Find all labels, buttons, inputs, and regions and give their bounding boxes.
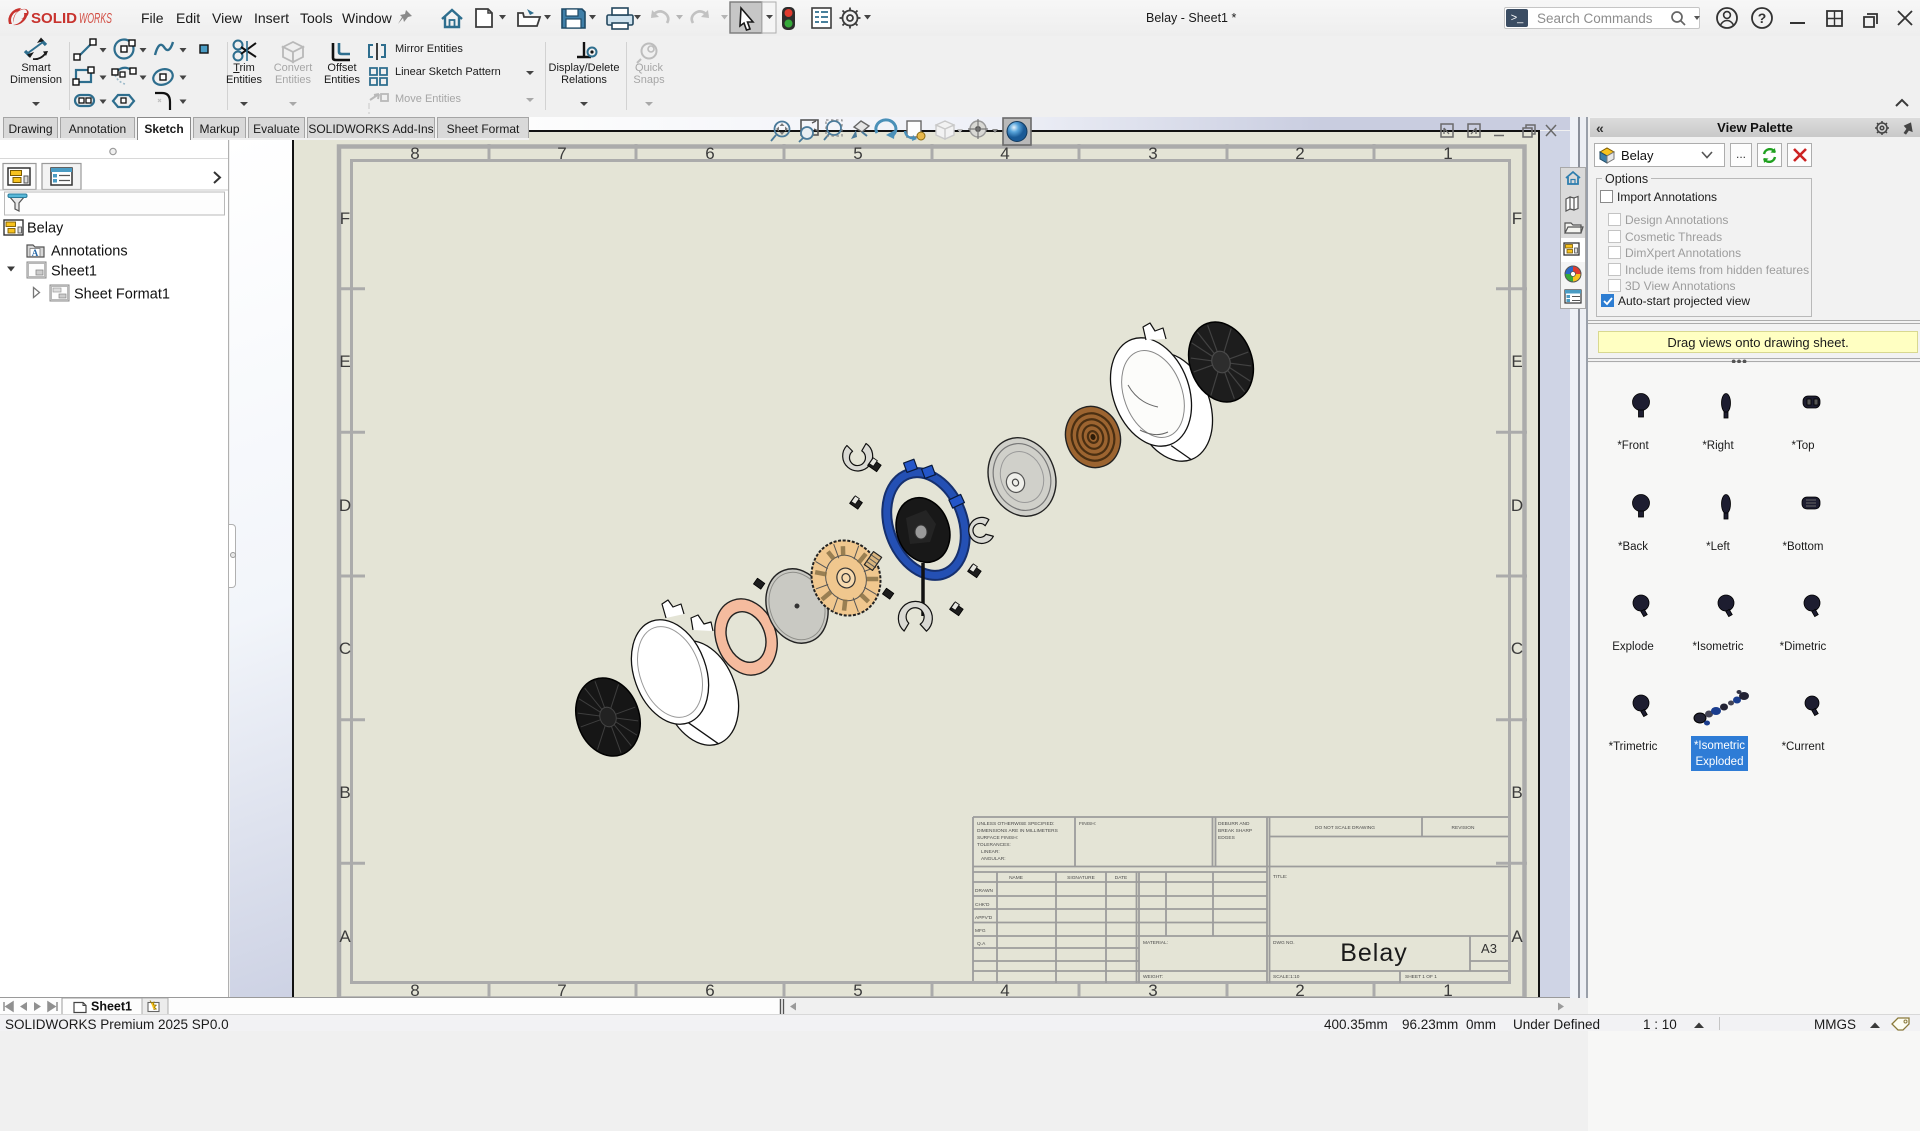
svg-text:Sheet Format1: Sheet Format1: [74, 287, 170, 303]
svg-text:Sheet1: Sheet1: [51, 264, 97, 280]
svg-text:Sheet1: Sheet1: [91, 1000, 132, 1014]
svg-text:Annotations: Annotations: [51, 244, 128, 260]
svg-text:?: ?: [1758, 10, 1767, 26]
svg-text:SOLID: SOLID: [31, 11, 77, 27]
svg-text:WORKS: WORKS: [79, 11, 112, 27]
svg-text:A: A: [32, 248, 39, 258]
svg-text:Belay: Belay: [27, 221, 64, 237]
